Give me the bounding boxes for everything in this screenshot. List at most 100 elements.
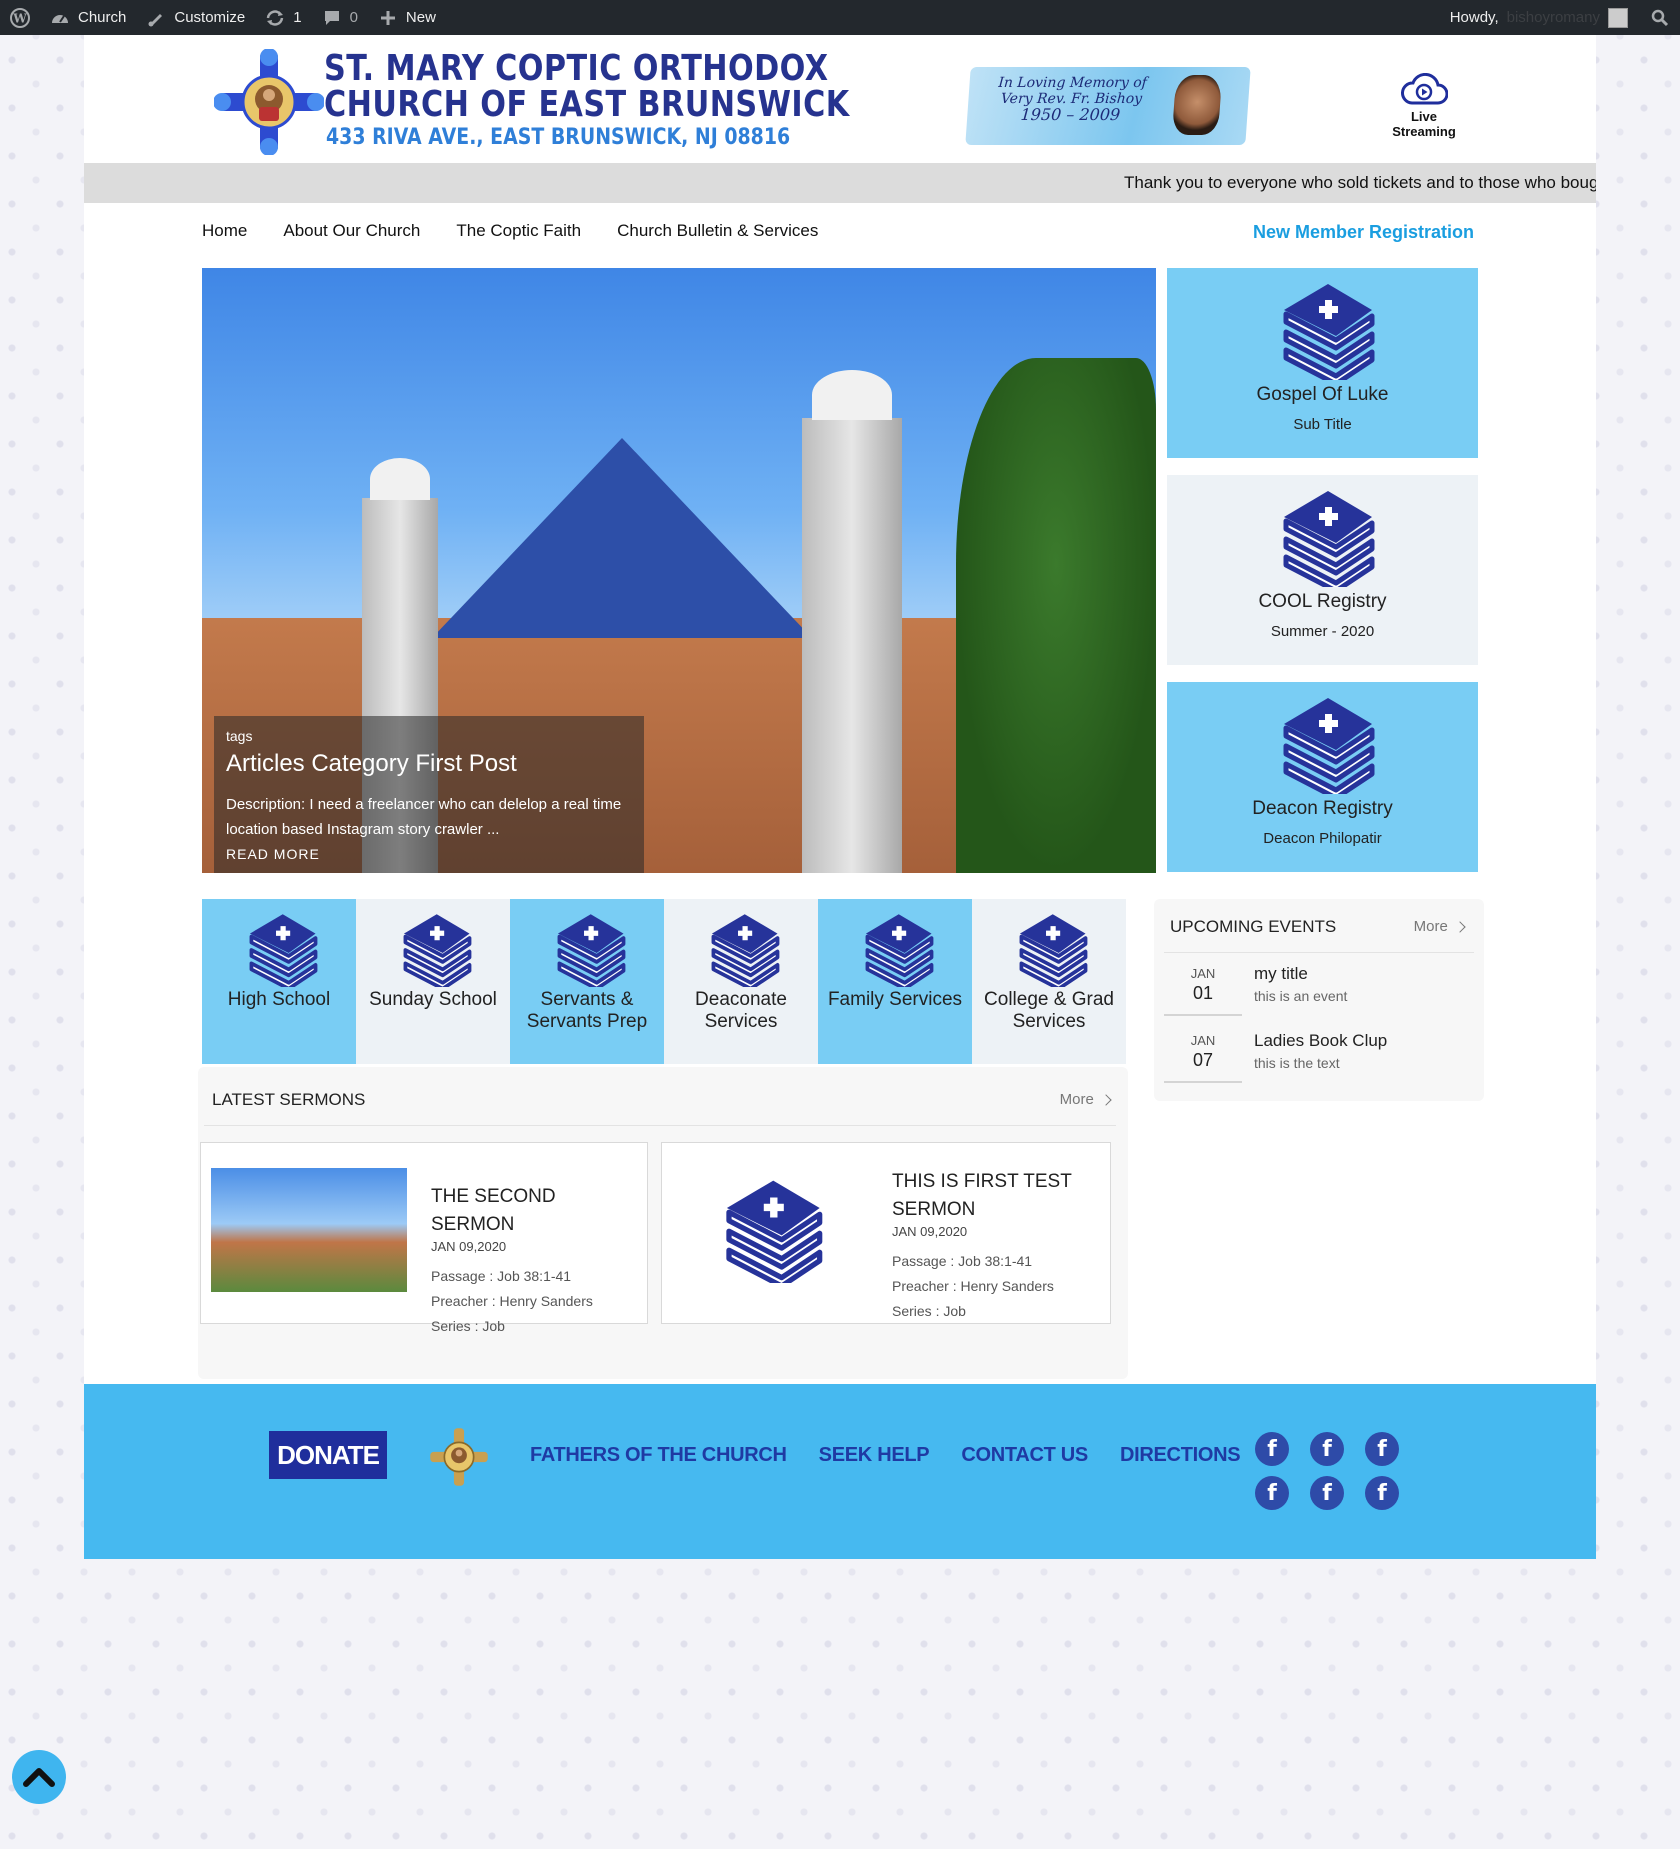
sermon-thumbnail[interactable] — [211, 1168, 407, 1292]
sermon-title[interactable]: THIS IS FIRST TEST SERMON — [892, 1168, 1092, 1224]
ticker-text[interactable]: Thank you to everyone who sold tickets a… — [1124, 173, 1596, 193]
sermon-passage: Passage : Job 38:1-41 — [431, 1268, 572, 1284]
site-name-link[interactable]: Church — [40, 0, 136, 35]
hero-trees — [956, 358, 1156, 873]
chevron-up-icon — [23, 1768, 55, 1787]
site-footer: DONATE FATHERS OF THE CHURCH SEEK HELP C… — [84, 1384, 1596, 1559]
chevron-right-icon — [1100, 1094, 1112, 1106]
footer-link-directions[interactable]: DIRECTIONS — [1120, 1444, 1241, 1467]
ministry-college-grad[interactable]: College & Grad Services — [972, 899, 1126, 1064]
facebook-icon[interactable]: f — [1310, 1476, 1344, 1510]
comment-icon — [322, 8, 342, 28]
facebook-icon[interactable]: f — [1365, 1432, 1399, 1466]
ministry-label: High School — [227, 989, 331, 1010]
user-avatar[interactable] — [1608, 7, 1628, 28]
church-address: 433 RIVA AVE., EAST BRUNSWICK, NJ 08816 — [326, 125, 791, 150]
sermon-title[interactable]: THE SECOND SERMON — [431, 1183, 641, 1239]
hero-right-tower — [802, 418, 902, 873]
footer-link-fathers[interactable]: FATHERS OF THE CHURCH — [530, 1444, 787, 1467]
ministry-servants[interactable]: Servants & Servants Prep — [510, 899, 664, 1064]
nav-item-about[interactable]: About Our Church — [283, 221, 420, 241]
footer-link-seek-help[interactable]: SEEK HELP — [819, 1444, 930, 1467]
ministry-label: Servants & Servants Prep — [526, 989, 648, 1032]
bible-icon — [557, 914, 626, 987]
facebook-icon[interactable]: f — [1365, 1476, 1399, 1510]
event-title[interactable]: Ladies Book Clup — [1254, 1031, 1387, 1051]
hero-right-dome — [812, 370, 892, 420]
comments-link[interactable]: 0 — [312, 0, 368, 35]
ministry-high-school[interactable]: High School — [202, 899, 356, 1064]
side-card-gospel[interactable]: Gospel Of Luke Sub Title — [1167, 268, 1478, 458]
footer-link-contact[interactable]: CONTACT US — [961, 1444, 1088, 1467]
live-label-line1: Live — [1410, 109, 1437, 124]
memorial-text: In Loving Memory of Very Rev. Fr. Bishoy… — [985, 75, 1158, 124]
side-card-deacon-registry[interactable]: Deacon Registry Deacon Philopatir — [1167, 682, 1478, 872]
event-day: 01 — [1192, 983, 1214, 1003]
main-nav: Home About Our Church The Coptic Faith C… — [202, 221, 818, 241]
sermon-card[interactable]: THIS IS FIRST TEST SERMON JAN 09,2020 Pa… — [661, 1142, 1111, 1324]
ministry-label: Sunday School — [369, 989, 497, 1010]
hero-read-more-link[interactable]: READ MORE — [226, 846, 632, 862]
sermon-series: Series : Job — [431, 1318, 505, 1334]
wordpress-menu[interactable]: W — [0, 0, 40, 35]
church-name: ST. MARY COPTIC ORTHODOX CHURCH OF EAST … — [324, 51, 850, 123]
church-logo[interactable] — [213, 48, 325, 156]
memorial-banner[interactable]: In Loving Memory of Very Rev. Fr. Bishoy… — [965, 67, 1251, 145]
event-item[interactable]: JAN 01 my title this is an event — [1164, 964, 1474, 1024]
ministry-family[interactable]: Family Services — [818, 899, 972, 1064]
church-name-line1: ST. MARY COPTIC ORTHODOX — [324, 48, 829, 89]
sermon-series: Series : Job — [892, 1303, 966, 1319]
customize-link[interactable]: Customize — [136, 0, 255, 35]
facebook-icon[interactable]: f — [1255, 1432, 1289, 1466]
event-item[interactable]: JAN 07 Ladies Book Clup this is the text — [1164, 1031, 1474, 1091]
hero-tags[interactable]: tags — [226, 728, 632, 744]
memorial-portrait — [1171, 75, 1223, 135]
side-card-cool-registry[interactable]: COOL Registry Summer - 2020 — [1167, 475, 1478, 665]
live-streaming-link[interactable]: Live Streaming — [1384, 73, 1464, 139]
event-day: 07 — [1192, 1050, 1214, 1070]
hero-roof-mosaic — [432, 438, 812, 638]
event-title[interactable]: my title — [1254, 964, 1308, 984]
ministry-sunday-school[interactable]: Sunday School — [356, 899, 510, 1064]
howdy-label: Howdy, — [1449, 9, 1499, 26]
sermons-heading: LATEST SERMONS — [212, 1090, 366, 1109]
scroll-to-top-button[interactable] — [12, 1750, 66, 1804]
donate-button[interactable]: DONATE — [269, 1431, 387, 1479]
comments-count: 0 — [349, 9, 358, 26]
sermon-preacher: Preacher : Henry Sanders — [892, 1278, 1054, 1294]
bible-icon — [249, 914, 318, 987]
ministry-deaconate[interactable]: Deaconate Services — [664, 899, 818, 1064]
side-card-subtitle: Sub Title — [1293, 416, 1352, 433]
live-label-line2: Streaming — [1392, 124, 1456, 139]
events-more-link[interactable]: More — [1413, 918, 1466, 935]
events-divider — [1164, 952, 1474, 953]
new-member-registration-link[interactable]: New Member Registration — [1253, 222, 1474, 243]
event-month: JAN — [1190, 966, 1216, 981]
hero-title[interactable]: Articles Category First Post — [226, 750, 632, 778]
sermons-more-label: More — [1059, 1091, 1094, 1108]
customize-label: Customize — [174, 9, 246, 26]
nav-item-home[interactable]: Home — [202, 221, 247, 241]
sermons-more-link[interactable]: More — [1059, 1091, 1112, 1108]
event-date: JAN 07 — [1164, 1031, 1242, 1083]
nav-item-bulletin[interactable]: Church Bulletin & Services — [617, 221, 818, 241]
sermon-card[interactable]: THE SECOND SERMON JAN 09,2020 Passage : … — [200, 1142, 648, 1334]
bible-icon — [865, 914, 934, 987]
nav-item-coptic-faith[interactable]: The Coptic Faith — [456, 221, 581, 241]
hero-slider[interactable]: tags Articles Category First Post Descri… — [202, 268, 1156, 873]
cloud-play-icon — [1401, 73, 1448, 105]
bible-icon — [1283, 698, 1374, 794]
username-link[interactable]: bishoyromany — [1507, 9, 1600, 26]
search-icon[interactable] — [1650, 8, 1670, 28]
bible-icon — [1283, 284, 1374, 380]
events-more-label: More — [1413, 918, 1448, 935]
facebook-icon[interactable]: f — [1310, 1432, 1344, 1466]
footer-links: FATHERS OF THE CHURCH SEEK HELP CONTACT … — [530, 1444, 1241, 1467]
facebook-icon[interactable]: f — [1255, 1476, 1289, 1510]
bible-icon[interactable] — [710, 1171, 826, 1283]
brush-icon — [146, 8, 166, 28]
updates-link[interactable]: 1 — [255, 0, 311, 35]
footer-logo[interactable] — [428, 1426, 490, 1488]
new-content-link[interactable]: New — [368, 0, 446, 35]
sermon-info: THE SECOND SERMON JAN 09,2020 Passage : … — [431, 1183, 641, 1339]
